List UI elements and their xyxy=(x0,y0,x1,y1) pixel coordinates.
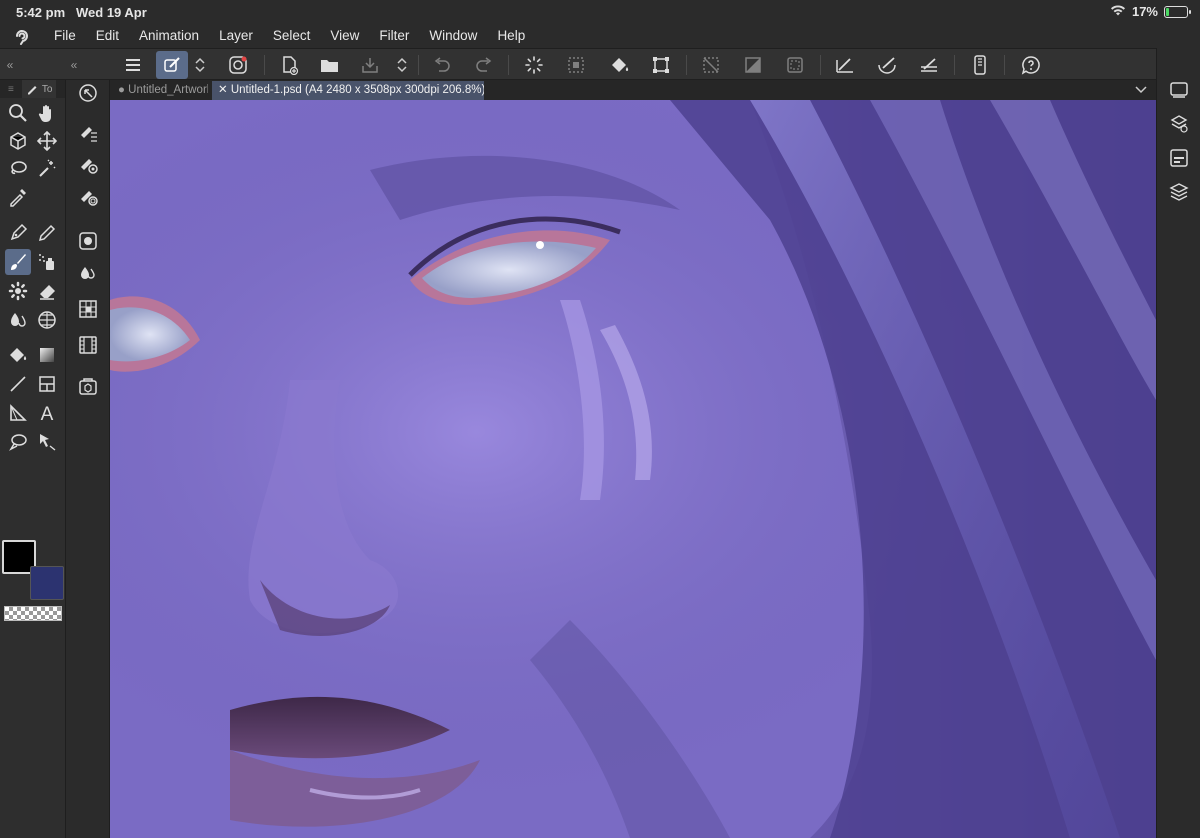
menu-help[interactable]: Help xyxy=(487,24,535,48)
clear-layer-icon[interactable] xyxy=(560,51,592,79)
move-icon[interactable] xyxy=(34,128,60,154)
object-3d-icon[interactable] xyxy=(5,128,31,154)
transform-icon[interactable] xyxy=(645,51,677,79)
tab-untitled-artwork[interactable]: ● Untitled_Artwork xyxy=(112,81,208,100)
sub-tool-texture-icon[interactable] xyxy=(75,296,101,322)
menu-window[interactable]: Window xyxy=(419,24,487,48)
menu-file[interactable]: File xyxy=(44,24,86,48)
magic-wand-icon[interactable] xyxy=(34,156,60,182)
collapse-left-icon[interactable]: « xyxy=(0,49,20,81)
smartphone-icon[interactable] xyxy=(964,51,996,79)
right-panel-bar xyxy=(1156,48,1200,838)
ruler-icon[interactable] xyxy=(5,400,31,426)
deselect-icon[interactable] xyxy=(695,51,727,79)
tab-untitled-1-psd[interactable]: ✕ Untitled-1.psd (A4 2480 x 3508px 300dp… xyxy=(212,81,484,100)
zoom-icon[interactable] xyxy=(5,100,31,126)
battery-icon xyxy=(1164,5,1191,18)
sub-tool-panel xyxy=(66,80,110,838)
sub-tool-timeline-icon[interactable] xyxy=(75,332,101,358)
menu-bar: File Edit Animation Layer Select View Fi… xyxy=(0,24,1200,48)
tab-list-chevron-down-icon[interactable] xyxy=(1134,82,1148,99)
companion-icon[interactable] xyxy=(222,51,254,79)
ruler-snap-icon[interactable] xyxy=(829,51,861,79)
menu-layer[interactable]: Layer xyxy=(209,24,263,48)
layers-icon[interactable] xyxy=(1167,180,1191,204)
fill-bucket-icon[interactable] xyxy=(604,51,636,79)
lasso-icon[interactable] xyxy=(5,156,31,182)
app-logo-icon[interactable] xyxy=(0,24,44,48)
command-bar: « « xyxy=(0,48,1200,80)
transparent-color-swatch[interactable] xyxy=(4,606,62,621)
sub-tool-brush-b-icon[interactable] xyxy=(75,152,101,178)
open-folder-icon[interactable] xyxy=(314,51,346,79)
battery-percent: 17% xyxy=(1131,4,1158,19)
pen-icon[interactable] xyxy=(5,220,31,246)
save-icon[interactable] xyxy=(354,51,386,79)
redo-icon[interactable] xyxy=(468,51,500,79)
figure-grid-icon[interactable] xyxy=(34,307,60,333)
menu-view[interactable]: View xyxy=(320,24,369,48)
sub-tool-brush-a-icon[interactable] xyxy=(75,120,101,146)
balloon-icon[interactable] xyxy=(5,429,31,455)
text-icon[interactable]: A xyxy=(34,400,60,426)
wifi-icon xyxy=(1110,4,1126,19)
menu-filter[interactable]: Filter xyxy=(369,24,419,48)
invert-selection-icon[interactable] xyxy=(737,51,769,79)
status-bar: 5:42 pm Wed 19 Apr 17% xyxy=(0,0,1200,24)
tool-panel: ≡ To A xyxy=(0,80,66,838)
tool-tab[interactable]: To xyxy=(21,80,57,98)
eyedropper-icon[interactable] xyxy=(5,184,31,210)
blend-icon[interactable] xyxy=(5,307,31,333)
sub-tool-brush-size-icon[interactable] xyxy=(75,228,101,254)
sub-tool-brush-c-icon[interactable] xyxy=(75,184,101,210)
brush-icon[interactable] xyxy=(5,249,31,275)
tool-panel-tabs: ≡ To xyxy=(0,80,65,98)
sub-tool-material-icon[interactable] xyxy=(75,374,101,400)
fill-icon[interactable] xyxy=(5,342,31,368)
special-ruler-snap-icon[interactable] xyxy=(871,51,903,79)
decoration-icon[interactable] xyxy=(5,278,31,304)
document-tab-bar: ● Untitled_Artwork ✕ Untitled-1.psd (A4 … xyxy=(110,80,1156,100)
undo-icon[interactable] xyxy=(426,51,458,79)
status-right: 17% xyxy=(1110,4,1191,19)
main-menu-icon[interactable] xyxy=(117,51,149,79)
line-icon[interactable] xyxy=(5,371,31,397)
new-file-icon[interactable] xyxy=(274,51,306,79)
stepper-icon[interactable] xyxy=(190,51,210,79)
layer-settings-icon[interactable] xyxy=(1167,112,1191,136)
eraser-icon[interactable] xyxy=(34,278,60,304)
correct-line-icon[interactable] xyxy=(34,429,60,455)
svg-text:A: A xyxy=(41,404,54,423)
sub-tool-blend-icon[interactable] xyxy=(75,260,101,286)
save-stepper-icon[interactable] xyxy=(392,51,412,79)
drawing-canvas[interactable] xyxy=(110,100,1156,838)
close-tab-icon[interactable]: ✕ xyxy=(218,84,228,96)
frame-border-icon[interactable] xyxy=(34,371,60,397)
loading-icon[interactable] xyxy=(518,51,550,79)
layer-property-icon[interactable] xyxy=(1167,78,1191,102)
sub-color-swatch[interactable] xyxy=(30,566,64,600)
status-date: Wed 19 Apr xyxy=(76,5,147,20)
menu-edit[interactable]: Edit xyxy=(86,24,129,48)
sub-tool-detail-icon[interactable] xyxy=(75,80,101,106)
pencil-icon[interactable] xyxy=(34,220,60,246)
collapse-subpanel-icon[interactable]: « xyxy=(64,49,84,81)
grid-snap-icon[interactable] xyxy=(913,51,945,79)
menu-select[interactable]: Select xyxy=(263,24,321,48)
artwork-portrait xyxy=(110,100,1156,838)
navigator-icon[interactable] xyxy=(1167,146,1191,170)
gradient-icon[interactable] xyxy=(34,342,60,368)
status-time: 5:42 pm xyxy=(16,5,66,20)
selection-border-icon[interactable] xyxy=(779,51,811,79)
quick-access-icon[interactable] xyxy=(156,51,188,79)
hand-icon[interactable] xyxy=(34,100,60,126)
menu-animation[interactable]: Animation xyxy=(129,24,209,48)
help-icon[interactable] xyxy=(1015,51,1047,79)
panel-menu-icon[interactable]: ≡ xyxy=(0,84,22,95)
airbrush-icon[interactable] xyxy=(34,249,60,275)
